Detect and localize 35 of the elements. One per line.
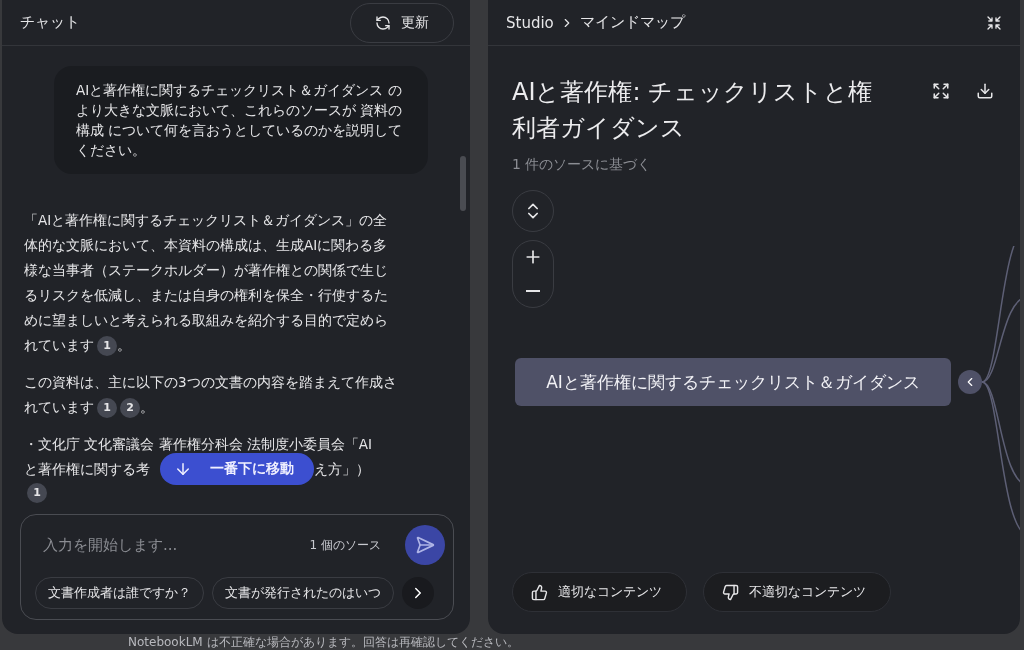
disclaimer-text: NotebookLM は不正確な場合があります。回答は再確認してください。 [128,635,519,649]
breadcrumb-link[interactable]: Studio [506,13,554,32]
citation-chip[interactable]: 1 [97,335,117,356]
user-message: AIと著作権に関するチェックリスト＆ガイダンス のより大きな文脈において、これらのソースが 資料の構成 について何を言おうとしているのかを説明してください。 [54,66,428,174]
answer-paragraph: 「AIと著作権に関するチェックリスト＆ガイダンス」の全体的な文脈において、本資料の構成は、生成AIに関わる多様な当事者（ステークホルダー）が著作権との関係で生じるリスクを低減し、または自身の権利を保全・行使するために望ましいと考えられる取組みを紹介する目的で定められています 1 。 [24,208,400,358]
citation-chip[interactable]: 1 [27,482,47,503]
mindmap-title: AIと著作権: チェックリストと権利者ガイダンス [512,77,874,144]
good-content-button[interactable]: 適切なコンテンツ [512,572,687,612]
send-button[interactable] [405,525,445,565]
scrollbar[interactable] [460,156,466,211]
thumbs-down-icon [722,583,739,601]
citation-chip[interactable]: 1 [97,397,117,418]
download-icon [976,82,994,100]
answer-bullet: と著作権に関する考 [24,460,150,479]
collapse-icon [986,14,1002,31]
source-count: 1 個のソース [309,536,381,554]
next-suggestions-button[interactable] [402,577,434,609]
send-icon [415,535,435,555]
citation-chip[interactable]: 2 [120,397,140,418]
panel-title: チャット [20,13,80,32]
expand-icon [932,82,950,100]
source-note: 1 件のソースに基づく [512,156,653,174]
answer-bullet: ・文化庁 文化審議会 著作権分科会 法制度小委員会「AI [24,435,373,454]
chat-input-field[interactable]: 入力を開始します... [35,530,300,560]
mindmap-node[interactable]: AIと著作権に関するチェックリスト＆ガイダンス [515,358,951,406]
collapse-node-toggle[interactable] [958,370,982,394]
minus-icon [526,290,540,292]
thumbs-up-icon [531,583,548,601]
scroll-to-bottom-button[interactable]: 一番下に移動 [160,453,314,485]
answer-paragraph: この資料は、主に以下の3つの文書の内容を踏まえて作成されています 1 2 。 [24,370,400,420]
breadcrumb-current: マインドマップ [579,13,685,32]
arrow-down-icon [174,460,192,478]
answer-bullet: え方」） [314,460,370,479]
bad-content-button[interactable]: 不適切なコンテンツ [703,572,891,612]
refresh-icon [375,14,391,31]
